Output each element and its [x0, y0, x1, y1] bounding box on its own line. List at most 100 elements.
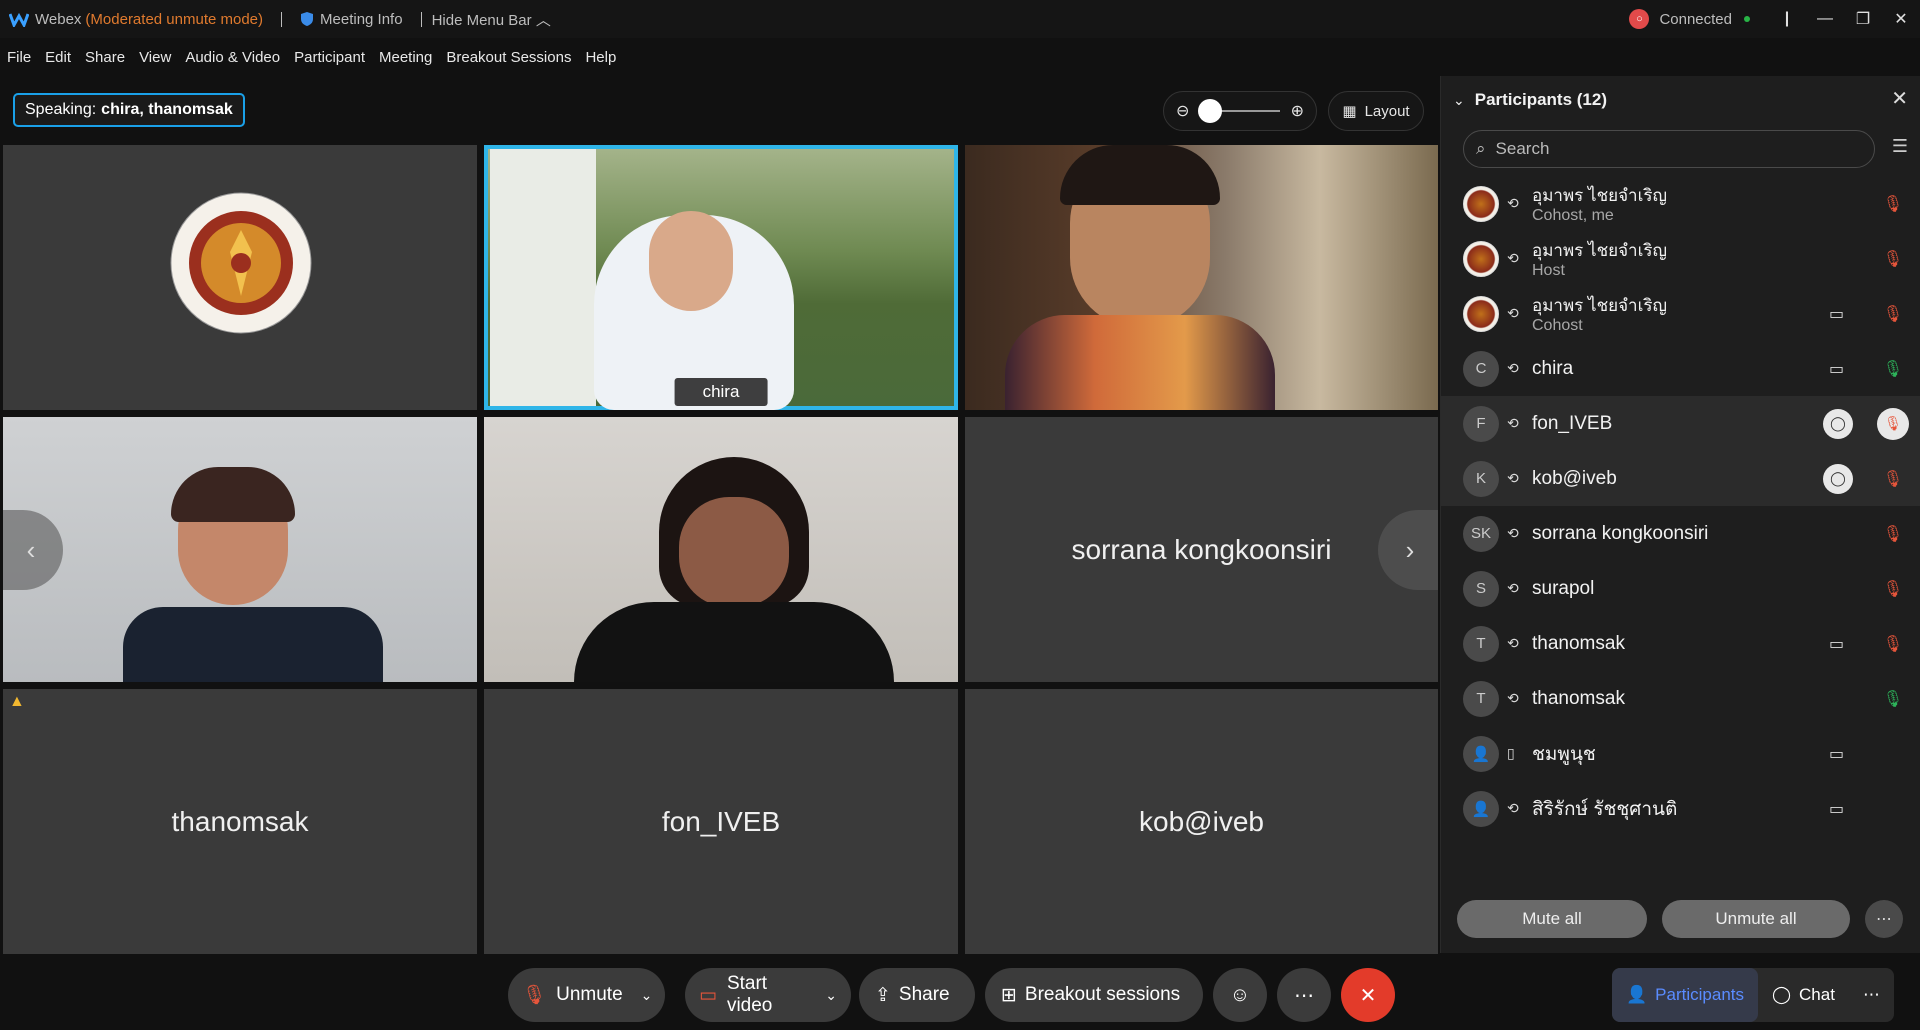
microphone-muted-icon[interactable]: 🎙	[1883, 469, 1903, 489]
smiley-icon: ☺	[1229, 983, 1251, 1006]
next-page-button[interactable]: ›	[1378, 510, 1438, 590]
menu-help[interactable]: Help	[585, 49, 616, 66]
connection-dot-icon	[1744, 16, 1750, 22]
close-panel-icon[interactable]: ✕	[1891, 86, 1908, 111]
microphone-live-icon[interactable]: 🎙	[1883, 689, 1903, 709]
audio-sync-icon: ⟲	[1507, 415, 1519, 431]
start-video-button[interactable]: ▭ Start video ⌄	[685, 968, 851, 1022]
breakout-icon: ⊞	[1001, 984, 1017, 1006]
participant-row[interactable]: T ⟲ thanomsak 🎙	[1441, 671, 1920, 726]
participants-tab-label: Participants	[1655, 985, 1744, 1004]
video-tile-sorrana[interactable]: sorrana kongkoonsiri ›	[965, 417, 1438, 682]
participant-row[interactable]: K ⟲ kob@iveb ◯ 🎙	[1441, 451, 1920, 506]
user-icon: 👤	[1463, 790, 1499, 827]
menu-view[interactable]: View	[139, 49, 171, 66]
reactions-button[interactable]: ☺	[1213, 968, 1267, 1022]
panel-header[interactable]: ⌄ Participants (12)	[1453, 90, 1607, 110]
video-tile-participant[interactable]: ‹	[3, 417, 477, 682]
unmute-button[interactable]: 🎙 Unmute ⌄	[508, 968, 665, 1022]
mute-all-button[interactable]: Mute all	[1457, 900, 1647, 938]
title-bar: Webex (Moderated unmute mode) Meeting In…	[0, 0, 1920, 38]
tile-name-label: kob@iveb	[1139, 805, 1264, 837]
microphone-muted-icon: 🎙	[522, 985, 547, 1006]
speaking-names: chira, thanomsak	[101, 101, 233, 118]
more-panels-button[interactable]: ⋯	[1849, 968, 1894, 1022]
chat-tab[interactable]: ◯ Chat	[1758, 968, 1849, 1022]
sort-icon[interactable]: ☰	[1892, 136, 1908, 157]
chat-bubble-icon[interactable]: ◯	[1823, 408, 1853, 439]
restore-icon[interactable]: ❐	[1844, 0, 1882, 38]
microphone-muted-icon[interactable]: 🎙	[1883, 194, 1903, 214]
video-tile-participant[interactable]	[484, 417, 958, 682]
share-button[interactable]: ⇪ Share	[859, 968, 975, 1022]
video-tile-fon[interactable]: fon_IVEB	[484, 689, 958, 954]
chat-bubble-icon[interactable]: ◯	[1823, 463, 1853, 494]
menu-breakout-sessions[interactable]: Breakout Sessions	[446, 49, 571, 66]
video-tile-participant[interactable]	[965, 145, 1438, 410]
participant-role: Cohost	[1532, 317, 1583, 334]
participant-search-input[interactable]: ⌕ Search	[1463, 130, 1875, 168]
microphone-muted-icon[interactable]: 🎙	[1883, 249, 1903, 269]
menu-file[interactable]: File	[7, 49, 31, 66]
participant-row[interactable]: T ⟲ thanomsak ▭ 🎙	[1441, 616, 1920, 671]
participant-row[interactable]: S ⟲ surapol 🎙	[1441, 561, 1920, 616]
previous-page-button[interactable]: ‹	[3, 510, 63, 590]
microphone-muted-icon[interactable]: 🎙	[1883, 634, 1903, 654]
minimize-icon[interactable]: —	[1806, 0, 1844, 38]
video-tile-thanomsak[interactable]: ▲ thanomsak	[3, 689, 477, 954]
participant-name: ชมพูนุช	[1532, 743, 1596, 765]
participant-row[interactable]: 👤 ▯ ชมพูนุช ▭	[1441, 726, 1920, 781]
menu-share[interactable]: Share	[85, 49, 125, 66]
chevron-down-icon[interactable]: ⌄	[825, 987, 837, 1004]
meeting-info-label: Meeting Info	[320, 10, 403, 28]
zoom-in-icon[interactable]: ⊕	[1291, 101, 1304, 121]
chevron-down-icon[interactable]: ⌄	[1453, 92, 1465, 109]
unmute-label: Unmute	[556, 984, 623, 1005]
microphone-muted-icon[interactable]: 🎙	[1883, 524, 1903, 544]
participant-row[interactable]: C ⟲ chira ▭ 🎙	[1441, 341, 1920, 396]
zoom-out-icon[interactable]: ⊖	[1176, 101, 1189, 121]
close-icon[interactable]: ✕	[1882, 0, 1920, 38]
menu-toggle-icon[interactable]: |	[1768, 0, 1806, 38]
more-options-button[interactable]: ⋯	[1277, 968, 1331, 1022]
participant-row[interactable]: ⟲ อุมาพร ไชยจำเริญ Host 🎙	[1441, 231, 1920, 286]
video-tile-emblem[interactable]	[3, 145, 477, 410]
hide-menu-bar-button[interactable]: Hide Menu Bar ︿	[432, 9, 551, 30]
microphone-muted-icon[interactable]: 🎙	[1877, 407, 1909, 440]
meeting-info-button[interactable]: Meeting Info	[300, 11, 403, 28]
avatar: S	[1463, 570, 1499, 607]
more-icon: ⋯	[1862, 985, 1880, 1004]
share-icon: ⇪	[875, 984, 891, 1006]
zoom-slider[interactable]	[1198, 99, 1280, 123]
microphone-muted-icon[interactable]: 🎙	[1883, 304, 1903, 324]
participant-row[interactable]: F ⟲ fon_IVEB ◯ 🎙	[1441, 396, 1920, 451]
mute-all-label: Mute all	[1522, 909, 1582, 928]
breakout-sessions-button[interactable]: ⊞ Breakout sessions	[985, 968, 1203, 1022]
microphone-live-icon[interactable]: 🎙	[1883, 359, 1903, 379]
participant-row[interactable]: 👤 ⟲ สิริรักษ์ รัชชุศานติ ▭	[1441, 781, 1920, 836]
participant-name: thanomsak	[1532, 687, 1625, 709]
unmute-all-button[interactable]: Unmute all	[1662, 900, 1850, 938]
menu-participant[interactable]: Participant	[294, 49, 365, 66]
participant-row[interactable]: ⟲ อุมาพร ไชยจำเริญ Cohost ▭ 🎙	[1441, 286, 1920, 341]
video-tile-chira[interactable]: chira	[484, 145, 958, 410]
meeting-toolbar: 🎙 Unmute ⌄ ▭ Start video ⌄ ⇪ Share ⊞ Bre…	[508, 968, 1395, 1022]
avatar	[1463, 295, 1499, 332]
chevron-down-icon[interactable]: ⌄	[641, 987, 653, 1004]
audio-sync-icon: ⟲	[1507, 470, 1519, 486]
participant-row[interactable]: SK ⟲ sorrana kongkoonsiri 🎙	[1441, 506, 1920, 561]
microphone-muted-icon[interactable]: 🎙	[1883, 579, 1903, 599]
menu-audio-video[interactable]: Audio & Video	[185, 49, 280, 66]
more-options-button[interactable]: ⋯	[1865, 900, 1903, 938]
zoom-slider-knob[interactable]	[1198, 99, 1222, 123]
audio-sync-icon: ⟲	[1507, 525, 1519, 541]
layout-button[interactable]: ▦ Layout	[1328, 91, 1424, 131]
zoom-control: ⊖ ⊕	[1163, 91, 1317, 131]
participants-tab[interactable]: 👤 Participants	[1612, 968, 1758, 1022]
video-tile-kob[interactable]: kob@iveb	[965, 689, 1438, 954]
menu-meeting[interactable]: Meeting	[379, 49, 432, 66]
leave-meeting-button[interactable]: ✕	[1341, 968, 1395, 1022]
participant-name: อุมาพร ไชยจำเริญ	[1532, 186, 1668, 205]
menu-edit[interactable]: Edit	[45, 49, 71, 66]
participant-row[interactable]: ⟲ อุมาพร ไชยจำเริญ Cohost, me 🎙	[1441, 176, 1920, 231]
